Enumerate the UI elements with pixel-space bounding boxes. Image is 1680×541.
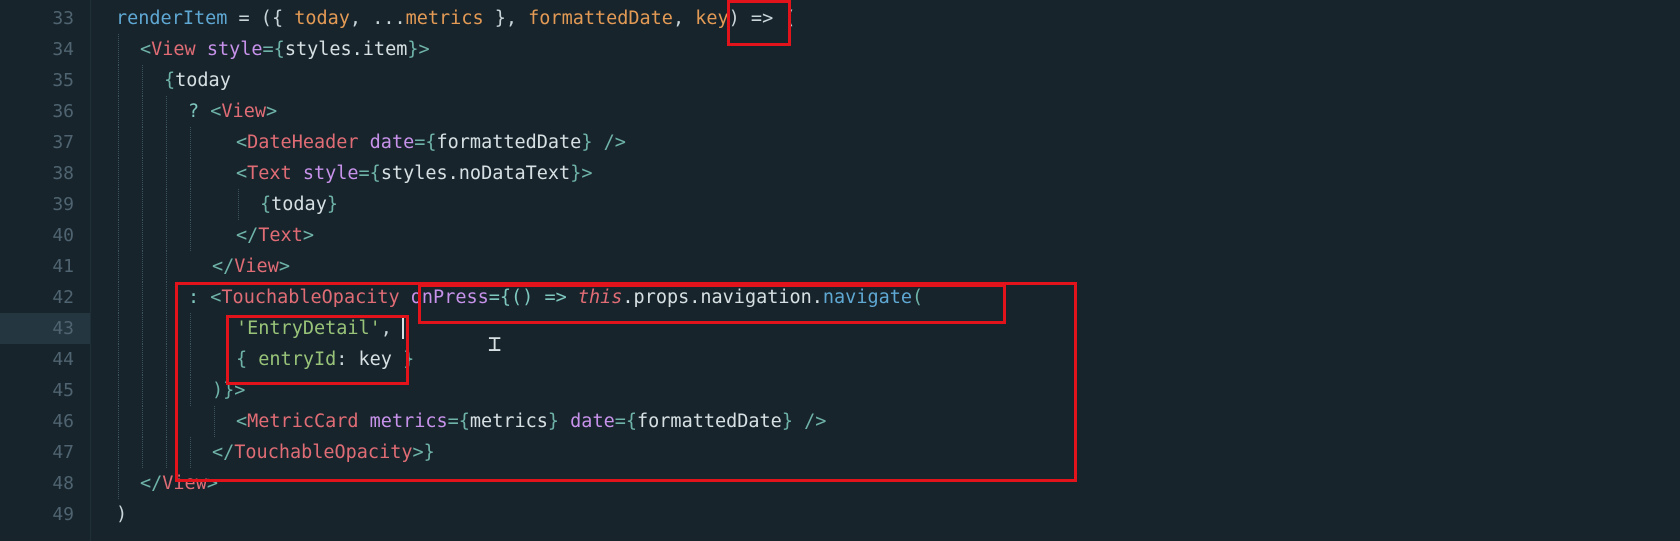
line-number: 45 — [52, 380, 74, 401]
code-text: )}> — [212, 380, 246, 401]
text-caret — [402, 317, 404, 339]
code-editor[interactable]: 33 renderItem = ({ today, ...metrics }, … — [0, 0, 1680, 541]
code-line[interactable]: 36 ? <View> — [0, 96, 1680, 127]
code-text: {today} — [260, 194, 338, 215]
code-text: <View style={styles.item}> — [140, 39, 430, 60]
code-line[interactable]: 44 { entryId: key } — [0, 344, 1680, 375]
line-number: 34 — [52, 39, 74, 60]
code-text: </View> — [140, 473, 218, 494]
code-line-current[interactable]: 43 'EntryDetail', — [0, 313, 1680, 344]
line-number: 37 — [52, 132, 74, 153]
code-line[interactable]: 37 <DateHeader date={formattedDate} /> — [0, 127, 1680, 158]
line-number: 42 — [52, 287, 74, 308]
line-number: 36 — [52, 101, 74, 122]
code-line[interactable]: 48 </View> — [0, 468, 1680, 499]
line-number: 44 — [52, 349, 74, 370]
line-number: 35 — [52, 70, 74, 91]
code-text: ? <View> — [188, 101, 278, 122]
line-number: 40 — [52, 225, 74, 246]
code-line[interactable]: 41 </View> — [0, 251, 1680, 282]
code-text: <MetricCard metrics={metrics} date={form… — [236, 411, 827, 432]
code-line[interactable]: 46 <MetricCard metrics={metrics} date={f… — [0, 406, 1680, 437]
code-text: 'EntryDetail', — [236, 318, 392, 339]
line-number: 43 — [0, 313, 86, 344]
code-line[interactable]: 34 <View style={styles.item}> — [0, 34, 1680, 65]
code-line[interactable]: 39 {today} — [0, 189, 1680, 220]
code-text: </TouchableOpacity>} — [212, 442, 435, 463]
code-line[interactable]: 49 ) — [0, 499, 1680, 530]
line-number: 39 — [52, 194, 74, 215]
code-text: ) — [116, 504, 128, 525]
code-line[interactable]: 42 : <TouchableOpacity onPress={() => th… — [0, 282, 1680, 313]
code-text: </Text> — [236, 225, 314, 246]
code-text: <DateHeader date={formattedDate} /> — [236, 132, 626, 153]
code-line[interactable]: 45 )}> — [0, 375, 1680, 406]
line-number: 49 — [52, 504, 74, 525]
code-text: : <TouchableOpacity onPress={() => this.… — [188, 287, 924, 308]
line-number: 48 — [52, 473, 74, 494]
code-text: { entryId: key } — [236, 349, 415, 370]
line-number: 33 — [52, 8, 74, 29]
code-text: renderItem = ({ today, ...metrics }, for… — [116, 8, 796, 29]
code-line[interactable]: 40 </Text> — [0, 220, 1680, 251]
line-number: 47 — [52, 442, 74, 463]
line-number: 38 — [52, 163, 74, 184]
code-text: <Text style={styles.noDataText}> — [236, 163, 593, 184]
code-line[interactable]: 47 </TouchableOpacity>} — [0, 437, 1680, 468]
line-number: 46 — [52, 411, 74, 432]
text-cursor-icon: ⌶ — [488, 332, 502, 357]
code-line[interactable]: 38 <Text style={styles.noDataText}> — [0, 158, 1680, 189]
code-text: </View> — [212, 256, 290, 277]
code-text: {today — [164, 70, 231, 91]
line-number: 41 — [52, 256, 74, 277]
code-line[interactable]: 33 renderItem = ({ today, ...metrics }, … — [0, 3, 1680, 34]
code-line[interactable]: 35 {today — [0, 65, 1680, 96]
